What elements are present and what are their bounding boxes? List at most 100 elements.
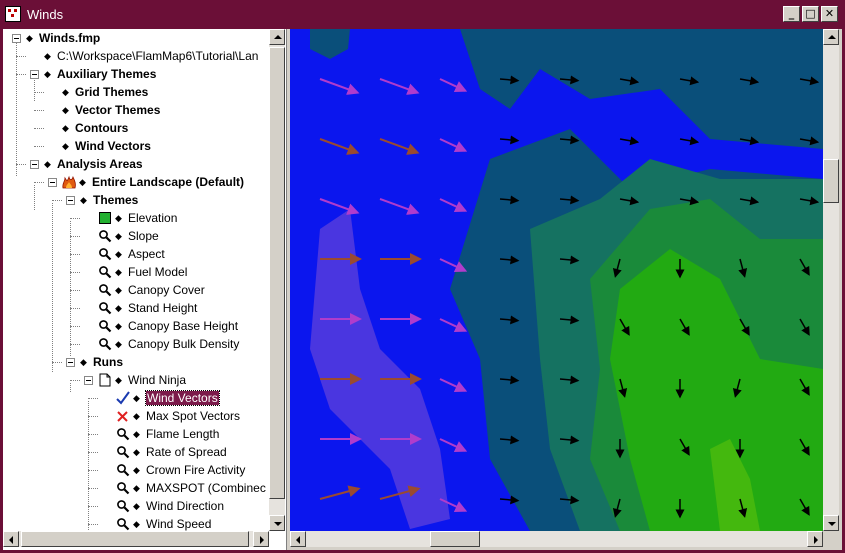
wind-vector-map[interactable] bbox=[290, 29, 823, 531]
tree-scroll-up-button[interactable] bbox=[269, 29, 285, 45]
tree-item-winds-fmp[interactable]: Winds.fmp bbox=[39, 29, 100, 47]
map-scroll-left-button[interactable] bbox=[290, 531, 306, 547]
tree-item-label: Themes bbox=[93, 193, 139, 207]
tree-item-runs[interactable]: Runs bbox=[93, 353, 123, 371]
tree-node-marker: ◆ bbox=[115, 285, 122, 295]
tree-item-label: Slope bbox=[128, 229, 159, 243]
tree-item-wind-ninja[interactable]: Wind Ninja bbox=[128, 371, 186, 389]
tree-item-label: Stand Height bbox=[128, 301, 198, 315]
map-horizontal-scrollbar[interactable] bbox=[290, 531, 823, 547]
tree-item-maxspot-combined[interactable]: MAXSPOT (Combinec bbox=[146, 479, 266, 497]
tree-item-stand-height[interactable]: Stand Height bbox=[128, 299, 197, 317]
tree-item-canopy-base-height[interactable]: Canopy Base Height bbox=[128, 317, 238, 335]
tree-node-marker: ◆ bbox=[115, 375, 122, 385]
tree-connector bbox=[16, 74, 26, 75]
magnifier-icon bbox=[98, 319, 112, 333]
green-square-icon bbox=[98, 211, 112, 225]
tree-item-canopy-cover[interactable]: Canopy Cover bbox=[128, 281, 205, 299]
map-scroll-down-button[interactable] bbox=[823, 515, 839, 531]
tree-item-auxiliary-themes[interactable]: Auxiliary Themes bbox=[57, 65, 156, 83]
tree-item-crown-fire-activity[interactable]: Crown Fire Activity bbox=[146, 461, 245, 479]
tree-item-label: Grid Themes bbox=[75, 85, 149, 99]
tree-item-analysis-areas[interactable]: Analysis Areas bbox=[57, 155, 143, 173]
tree-connector bbox=[70, 272, 80, 273]
tree-scroll-right-button[interactable] bbox=[253, 531, 269, 547]
tree-item-flame-length[interactable]: Flame Length bbox=[146, 425, 219, 443]
map-scroll-right-button[interactable] bbox=[807, 531, 823, 547]
map-panel bbox=[290, 29, 842, 550]
maximize-button[interactable]: □ bbox=[802, 6, 819, 22]
tree-node-marker: ◆ bbox=[115, 249, 122, 259]
title-bar[interactable]: Winds _ □ ✕ bbox=[0, 0, 845, 29]
tree-item-wind-vectors-aux[interactable]: Wind Vectors bbox=[75, 137, 151, 155]
tree-node-marker: ◆ bbox=[44, 51, 51, 61]
map-horizontal-scroll-thumb[interactable] bbox=[430, 531, 480, 547]
tree-node-marker: ◆ bbox=[44, 159, 51, 169]
tree-item-max-spot-vectors[interactable]: Max Spot Vectors bbox=[146, 407, 240, 425]
collapse-toggle[interactable] bbox=[66, 196, 75, 205]
tree-connector bbox=[70, 383, 71, 392]
tree-item-contours[interactable]: Contours bbox=[75, 119, 128, 137]
tree-node-marker: ◆ bbox=[44, 69, 51, 79]
checkmark-icon bbox=[116, 391, 130, 405]
magnifier-icon bbox=[116, 427, 130, 441]
collapse-toggle[interactable] bbox=[30, 160, 39, 169]
tree-connector bbox=[70, 218, 80, 219]
tree-item-wind-direction[interactable]: Wind Direction bbox=[146, 497, 224, 515]
tree-item-slope[interactable]: Slope bbox=[128, 227, 159, 245]
collapse-toggle[interactable] bbox=[84, 376, 93, 385]
tree-scroll-left-button[interactable] bbox=[3, 531, 19, 547]
magnifier-icon bbox=[98, 337, 112, 351]
tree-item-label: Entire Landscape (Default) bbox=[92, 175, 245, 189]
tree-horizontal-scrollbar[interactable] bbox=[3, 531, 269, 547]
tree-item-label: Auxiliary Themes bbox=[57, 67, 157, 81]
tree-item-workspace-path[interactable]: C:\Workspace\FlamMap6\Tutorial\Lan bbox=[57, 47, 258, 65]
collapse-toggle[interactable] bbox=[48, 178, 57, 187]
tree-connector bbox=[88, 416, 98, 417]
tree-item-elevation[interactable]: Elevation bbox=[128, 209, 177, 227]
collapse-toggle[interactable] bbox=[12, 34, 21, 43]
tree-connector bbox=[34, 92, 44, 93]
tree-item-canopy-bulk-density[interactable]: Canopy Bulk Density bbox=[128, 335, 239, 353]
document-icon bbox=[98, 373, 112, 387]
tree-item-label: Flame Length bbox=[146, 427, 220, 441]
tree-item-label: Contours bbox=[75, 121, 129, 135]
tree-item-label: Analysis Areas bbox=[57, 157, 143, 171]
close-button[interactable]: ✕ bbox=[821, 6, 838, 22]
map-vertical-scroll-thumb[interactable] bbox=[823, 159, 839, 203]
tree-connector bbox=[88, 488, 98, 489]
tree-horizontal-scroll-thumb[interactable] bbox=[21, 531, 249, 547]
tree-view[interactable]: ◆ Winds.fmp ◆ C:\Workspace\FlamMap6\Tutoria… bbox=[3, 29, 269, 531]
tree-scroll-down-button[interactable] bbox=[269, 515, 285, 531]
tree-item-label: Elevation bbox=[128, 211, 178, 225]
tree-node-marker: ◆ bbox=[133, 519, 140, 529]
tree-connector bbox=[88, 398, 98, 399]
collapse-toggle[interactable] bbox=[30, 70, 39, 79]
tree-node-marker: ◆ bbox=[115, 339, 122, 349]
collapse-toggle[interactable] bbox=[66, 358, 75, 367]
map-vertical-scrollbar[interactable] bbox=[823, 29, 839, 531]
tree-item-aspect[interactable]: Aspect bbox=[128, 245, 165, 263]
map-scroll-up-button[interactable] bbox=[823, 29, 839, 45]
window-title: Winds bbox=[27, 7, 64, 22]
tree-item-label: Wind Vectors bbox=[75, 139, 151, 153]
tree-item-fuel-model[interactable]: Fuel Model bbox=[128, 263, 187, 281]
tree-item-vector-themes[interactable]: Vector Themes bbox=[75, 101, 160, 119]
minimize-button[interactable]: _ bbox=[783, 6, 800, 22]
tree-item-grid-themes[interactable]: Grid Themes bbox=[75, 83, 148, 101]
tree-item-label: Crown Fire Activity bbox=[146, 463, 246, 477]
tree-node-marker: ◆ bbox=[115, 267, 122, 277]
tree-vertical-scroll-thumb[interactable] bbox=[269, 47, 285, 499]
tree-connector bbox=[88, 452, 98, 453]
tree-item-entire-landscape[interactable]: Entire Landscape (Default) bbox=[92, 173, 244, 191]
tree-vertical-scrollbar[interactable] bbox=[269, 29, 285, 531]
tree-connector bbox=[16, 41, 17, 176]
tree-item-label: Runs bbox=[93, 355, 123, 369]
tree-item-wind-vectors-run[interactable]: Wind Vectors bbox=[145, 389, 220, 407]
tree-item-label: Canopy Cover bbox=[128, 283, 205, 297]
tree-item-themes[interactable]: Themes bbox=[93, 191, 138, 209]
tree-item-wind-speed[interactable]: Wind Speed bbox=[146, 515, 211, 531]
tree-connector bbox=[70, 308, 80, 309]
size-grip bbox=[823, 531, 839, 547]
tree-item-rate-of-spread[interactable]: Rate of Spread bbox=[146, 443, 227, 461]
